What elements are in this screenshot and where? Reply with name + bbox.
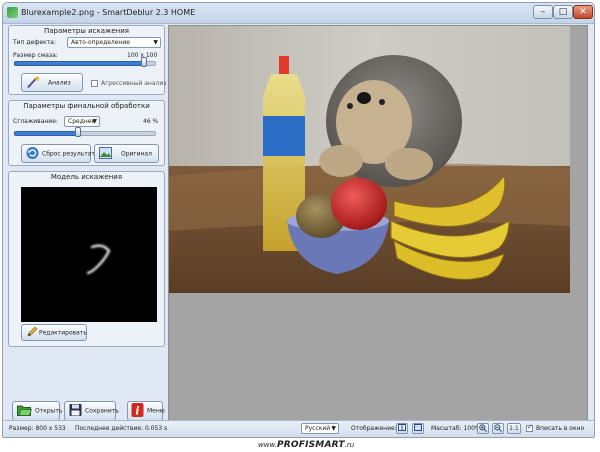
- distortion-params-group: Параметры искажения Тип дефекта: Авто-оп…: [8, 25, 167, 95]
- blur-size-label: Размер смаза:: [13, 52, 58, 59]
- smoothing-value: Среднее: [68, 118, 96, 125]
- actual-size-button[interactable]: 1:1: [507, 423, 521, 434]
- display-label: Отображение:: [351, 425, 397, 432]
- distortion-params-title: Параметры искажения: [43, 27, 129, 35]
- image-viewer[interactable]: [168, 25, 588, 425]
- defect-type-value: Авто-определение: [71, 39, 130, 46]
- magic-wand-icon: [26, 75, 40, 90]
- last-action-text: Последнее действие: 0.053 s: [75, 425, 168, 432]
- fit-to-window-label: Вписать в окно: [536, 425, 585, 432]
- kernel-stroke: [86, 244, 111, 275]
- image-size-text: Размер: 800 x 533: [9, 425, 66, 432]
- display-mode-split-button[interactable]: [396, 423, 408, 434]
- smoothing-slider-fill: [14, 131, 80, 136]
- close-button[interactable]: ✕: [573, 5, 593, 19]
- final-processing-title: Параметры финальной обработки: [23, 102, 150, 110]
- final-processing-group: Параметры финальной обработки Сглаживани…: [8, 100, 165, 166]
- chevron-down-icon: ▼: [331, 425, 336, 432]
- smoothing-slider-rest: [78, 131, 156, 136]
- aggressive-analysis-checkbox[interactable]: [91, 80, 98, 87]
- menu-button[interactable]: i Меню: [127, 401, 165, 421]
- fit-to-window-checkbox[interactable]: [526, 423, 533, 432]
- svg-text:i: i: [135, 405, 139, 418]
- zoom-out-button[interactable]: [492, 423, 504, 434]
- title-bar[interactable]: Blurexample2.png - SmartDeblur 2.3 HOME …: [3, 3, 594, 24]
- edit-kernel-button[interactable]: Редактировать: [21, 324, 87, 341]
- undo-icon: [26, 146, 39, 161]
- zoom-out-icon: [494, 424, 502, 432]
- smoothing-select[interactable]: Среднее ▼: [64, 116, 100, 127]
- kernel-preview: [21, 187, 157, 322]
- open-button-label: Открыть: [35, 407, 63, 415]
- sidebar: Параметры искажения Тип дефекта: Авто-оп…: [8, 25, 167, 427]
- chevron-down-icon: ▼: [92, 118, 97, 125]
- blur-size-slider-fill: [14, 61, 146, 66]
- menu-button-label: Меню: [147, 407, 165, 415]
- footer-brand: www.PROFISMART.ru: [258, 440, 354, 450]
- distortion-model-group: Модель искажения Редактировать: [8, 171, 165, 347]
- save-button-label: Сохранить: [85, 407, 119, 415]
- open-button[interactable]: Открыть: [12, 401, 63, 421]
- smoothing-label: Сглаживание:: [13, 118, 58, 125]
- language-select[interactable]: Русский ▼: [301, 423, 339, 434]
- app-window: Blurexample2.png - SmartDeblur 2.3 HOME …: [2, 2, 595, 438]
- zoom-in-icon: [479, 424, 487, 432]
- app-logo-icon: [7, 7, 18, 18]
- footer-suffix: .ru: [344, 441, 355, 449]
- reset-result-label: Сброс результата: [42, 150, 99, 157]
- window-title: Blurexample2.png - SmartDeblur 2.3 HOME: [21, 8, 196, 17]
- defect-type-select[interactable]: Авто-определение ▼: [67, 37, 161, 48]
- info-icon: i: [131, 403, 144, 420]
- smoothing-slider-thumb[interactable]: [75, 127, 81, 137]
- status-bar: Размер: 800 x 533 Последнее действие: 0.…: [3, 420, 594, 437]
- zoom-in-button[interactable]: [477, 423, 489, 434]
- floppy-icon: [69, 404, 82, 419]
- image-icon: [99, 146, 112, 161]
- smoothing-percent: 46 %: [143, 118, 159, 125]
- split-view-icon: [398, 424, 406, 431]
- folder-icon: [17, 404, 32, 419]
- reset-result-button[interactable]: Сброс результата: [21, 144, 99, 163]
- pencil-icon: [26, 326, 38, 340]
- analyze-button[interactable]: Анализ: [21, 73, 83, 92]
- defect-type-label: Тип дефекта:: [13, 39, 56, 46]
- distortion-model-title: Модель искажения: [50, 173, 123, 181]
- display-mode-single-button[interactable]: [412, 423, 424, 434]
- maximize-button[interactable]: □: [553, 5, 573, 19]
- zoom-level: Масштаб: 100%: [431, 425, 481, 432]
- original-button[interactable]: Оригинал: [94, 144, 159, 163]
- original-button-label: Оригинал: [121, 150, 152, 157]
- aggressive-analysis-label: Агрессивный анализ: [101, 80, 167, 87]
- edit-kernel-label: Редактировать: [39, 329, 87, 336]
- minimize-button[interactable]: –: [533, 5, 553, 19]
- save-button[interactable]: Сохранить: [64, 401, 119, 421]
- chevron-down-icon: ▼: [153, 39, 158, 46]
- analyze-button-label: Анализ: [48, 79, 71, 86]
- single-view-icon: [414, 424, 422, 431]
- footer-brand-name: PROFISMART: [276, 440, 345, 450]
- blur-size-slider-thumb[interactable]: [141, 57, 147, 67]
- footer-prefix: www.: [258, 441, 277, 449]
- photo-canvas: [169, 26, 570, 293]
- deblurred-photo: [169, 26, 570, 293]
- language-value: Русский: [305, 425, 331, 432]
